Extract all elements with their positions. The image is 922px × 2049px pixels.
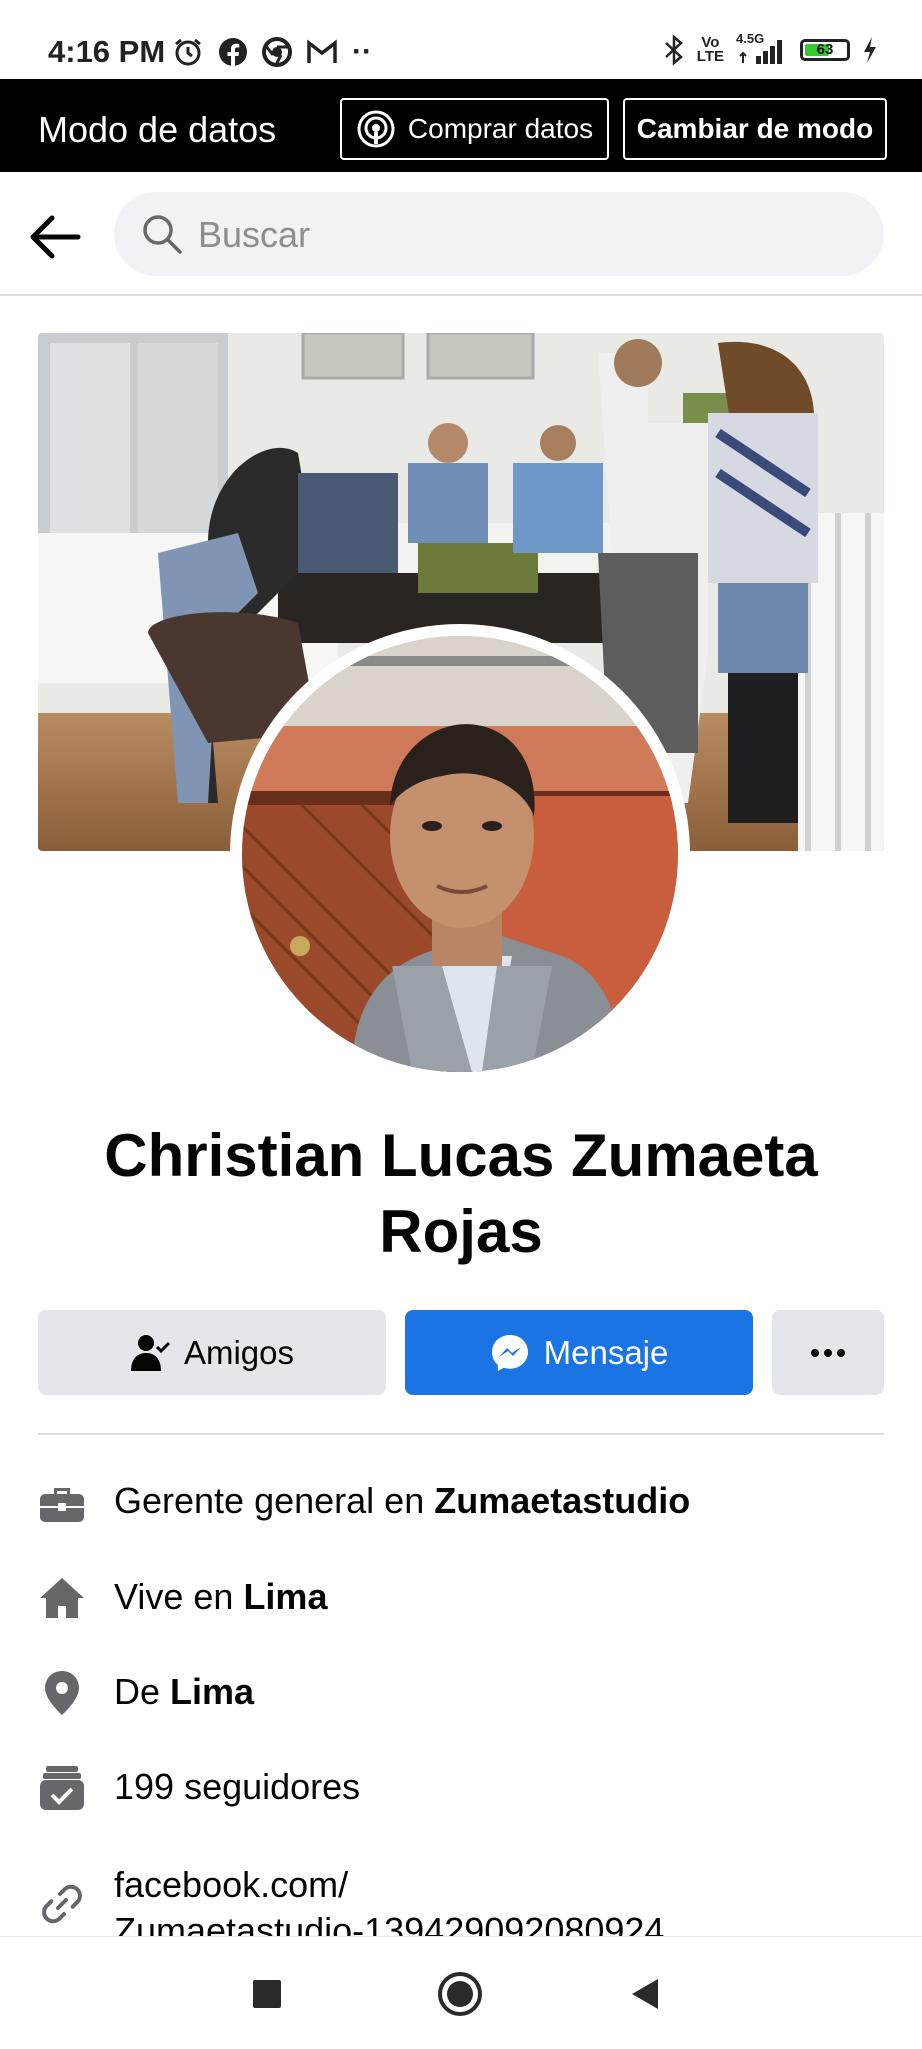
search-placeholder: Buscar (198, 214, 311, 255)
messenger-icon (491, 1334, 528, 1371)
buy-data-label: Comprar datos (407, 113, 594, 144)
change-mode-label: Cambiar de modo (636, 113, 874, 144)
friends-label: Amigos (183, 1333, 295, 1371)
status-bar: 4:16 PM ·· Vo LTE 4.5G 63 (0, 0, 922, 79)
message-label: Mensaje (543, 1333, 669, 1371)
info-lives: Vive en Lima (38, 1566, 884, 1626)
message-button[interactable]: Mensaje (405, 1310, 753, 1395)
system-navigation-bar (0, 1936, 922, 2049)
battery-icon: 63 (800, 39, 850, 61)
more-options-button[interactable] (772, 1310, 884, 1395)
from-place[interactable]: Lima (170, 1671, 254, 1712)
data-mode-title: Modo de datos (38, 109, 277, 150)
search-icon (143, 215, 182, 254)
notification-icons: ·· (172, 36, 372, 68)
alarm-icon (175, 38, 201, 66)
volte-icon: Vo LTE (696, 34, 724, 65)
search-header: Buscar (0, 172, 922, 296)
search-input[interactable]: Buscar (114, 192, 884, 276)
status-time: 4:16 PM (48, 34, 166, 69)
gmail-icon (307, 39, 337, 63)
followers-icon (40, 1766, 84, 1810)
lives-text: Vive en Lima (114, 1576, 328, 1617)
broadcast-icon (357, 110, 395, 148)
info-from: De Lima (38, 1661, 884, 1721)
signal-icon: 4.5G (736, 32, 788, 66)
lives-place[interactable]: Lima (243, 1576, 327, 1617)
friends-button[interactable]: Amigos (38, 1310, 386, 1395)
chrome-icon (262, 37, 292, 67)
info-link: facebook.com/ Zumaetastudio-139429092080… (38, 1862, 884, 1936)
profile-picture-frame[interactable] (230, 624, 690, 1084)
followers-text[interactable]: 199 seguidores (114, 1766, 360, 1808)
from-text: De Lima (114, 1671, 255, 1712)
section-divider (38, 1433, 884, 1435)
info-followers: 199 seguidores (38, 1756, 884, 1816)
change-mode-button[interactable]: Cambiar de modo (623, 98, 887, 160)
back-arrow-icon[interactable] (28, 210, 82, 264)
profile-picture[interactable] (242, 636, 678, 1072)
more-horizontal-icon (811, 1348, 845, 1357)
buy-data-button[interactable]: Comprar datos (340, 98, 609, 160)
link-icon (42, 1884, 82, 1924)
work-place[interactable]: Zumaetastudio (434, 1480, 690, 1521)
recent-apps-icon[interactable] (252, 1979, 282, 2009)
system-icons: Vo LTE 4.5G 63 (663, 32, 878, 66)
data-mode-bar: Modo de datos Comprar datos Cambiar de m… (0, 79, 922, 172)
facebook-icon (219, 38, 247, 66)
more-dots-icon: ·· (352, 35, 372, 68)
battery-level: 63 (816, 41, 834, 58)
work-text: Gerente general en Zumaetastudio (114, 1480, 691, 1521)
home-icon (40, 1578, 84, 1618)
bluetooth-icon (664, 34, 683, 66)
location-pin-icon (45, 1671, 79, 1715)
info-work: Gerente general en Zumaetastudio (38, 1470, 884, 1530)
home-button-icon[interactable] (437, 1971, 483, 2017)
profile-link[interactable]: facebook.com/ Zumaetastudio-139429092080… (114, 1862, 664, 1936)
briefcase-icon (40, 1488, 84, 1522)
profile-name: Christian Lucas Zumaeta Rojas (104, 1122, 818, 1265)
charging-icon (864, 37, 876, 63)
friends-check-icon (130, 1334, 170, 1371)
back-triangle-icon[interactable] (630, 1977, 660, 2011)
